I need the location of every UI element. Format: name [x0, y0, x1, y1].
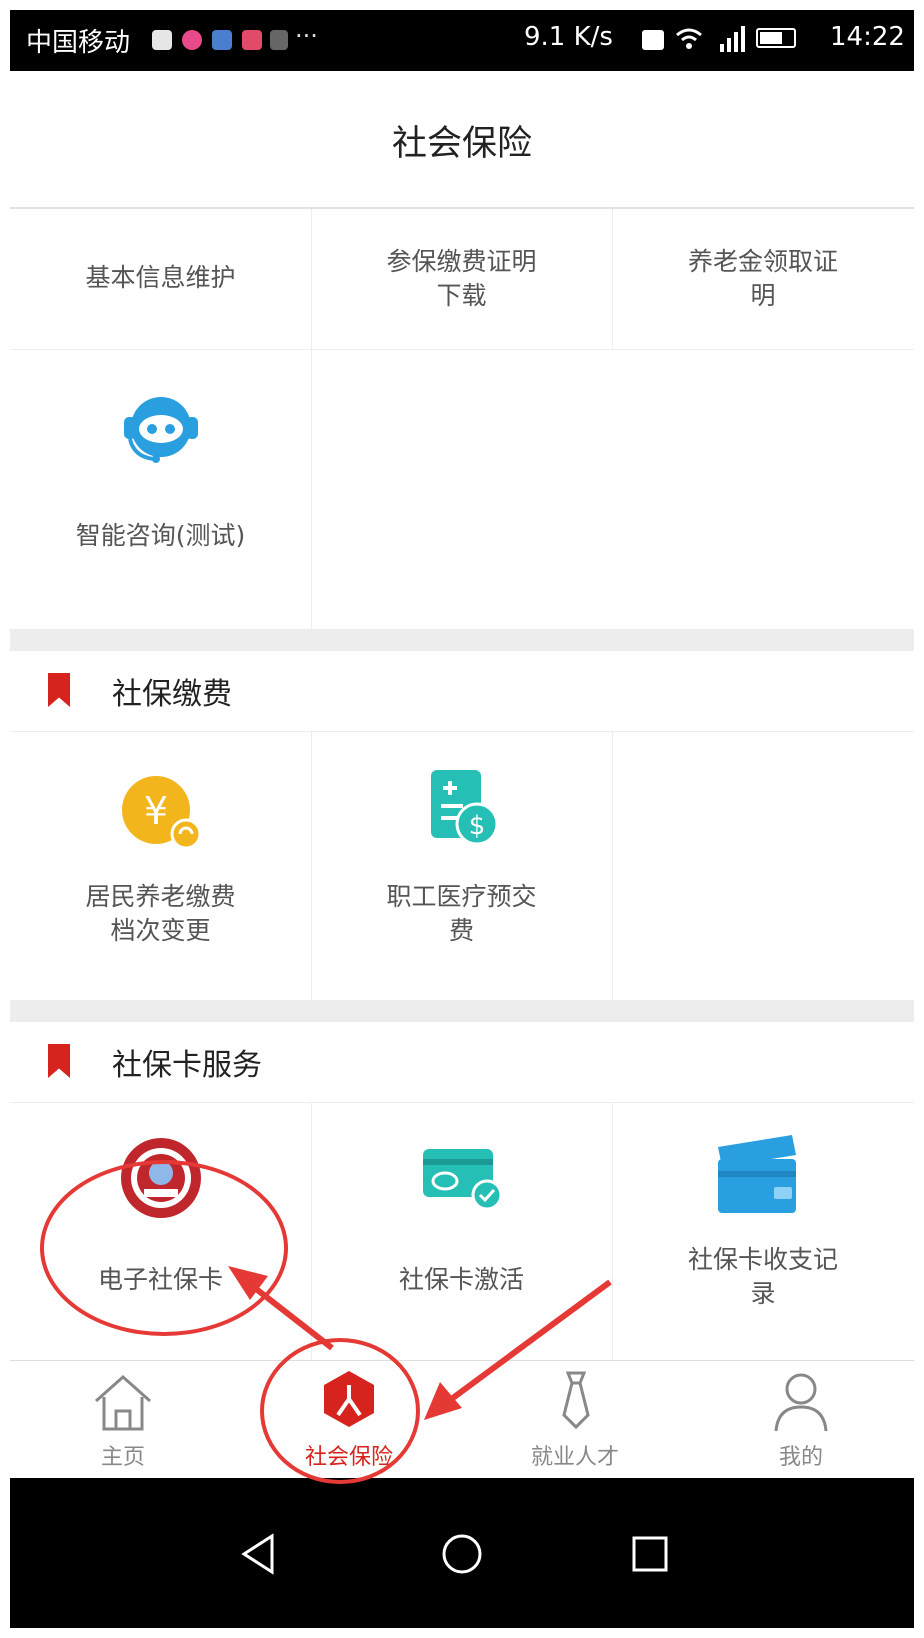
- annotation-arrows: [228, 1266, 612, 1420]
- phone-screen: 中国移动 ··· 9.1 K/s 14:22 社会保险 基本信息维护 参保缴费证…: [10, 10, 914, 1628]
